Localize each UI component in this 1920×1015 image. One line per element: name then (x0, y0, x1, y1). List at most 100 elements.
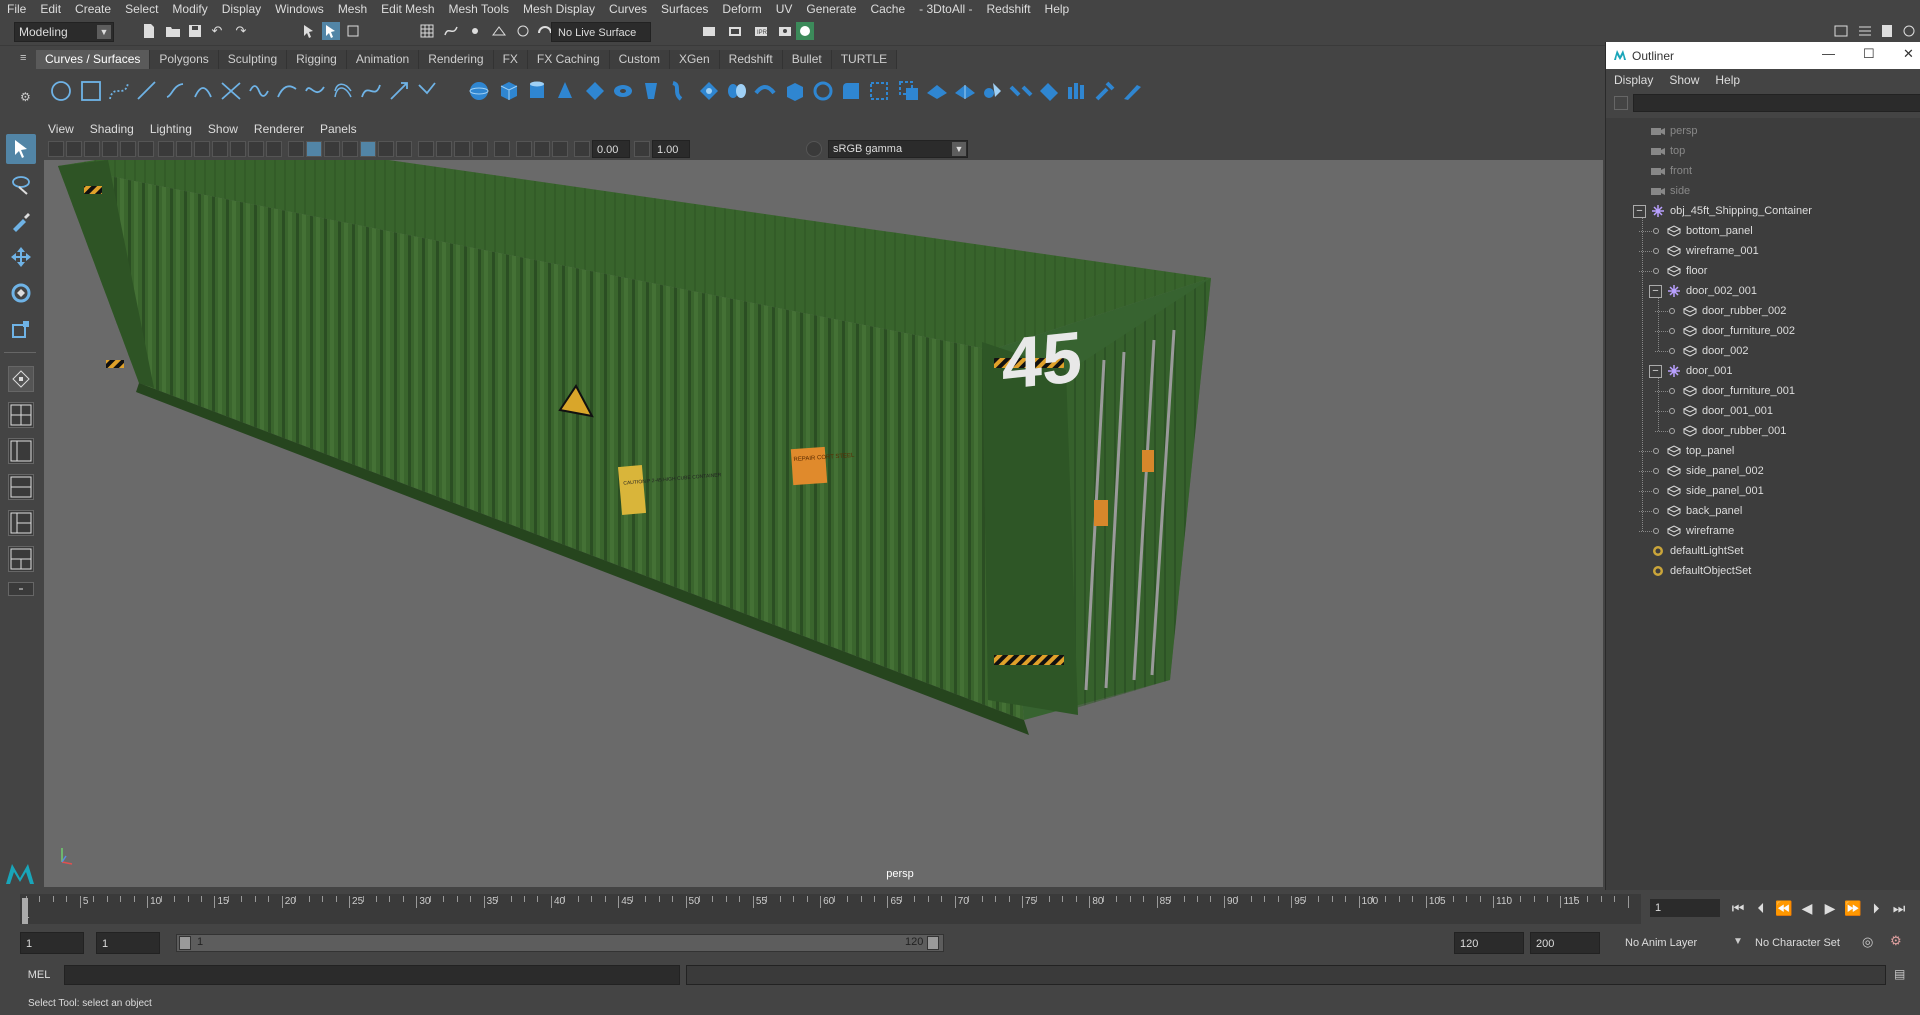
panel-menu-item[interactable]: Renderer (246, 122, 312, 136)
outliner-item[interactable]: top (1650, 141, 1685, 161)
menu-item[interactable]: Mesh (331, 0, 374, 18)
script-language-toggle[interactable]: MEL (14, 967, 64, 983)
perspective-viewport[interactable]: 45 CAUTION P 2-45 HIGH CUBE CONTAINER RE… (44, 160, 1603, 887)
channel-box-icon[interactable] (1900, 22, 1918, 40)
revolve-icon[interactable] (638, 78, 664, 104)
insert-isoparms-icon[interactable] (1064, 78, 1090, 104)
ep-curve-icon[interactable] (134, 78, 160, 104)
shelf-tab[interactable]: Curves / Surfaces (36, 50, 151, 69)
2d-pan-zoom-icon[interactable] (120, 141, 136, 157)
isolate-select-icon[interactable] (494, 141, 510, 157)
close-icon[interactable]: ✕ (1903, 46, 1914, 62)
panel-menu-item[interactable]: View (40, 122, 82, 136)
panel-menu-item[interactable]: Show (200, 122, 246, 136)
outliner-item[interactable]: door_rubber_002 (1682, 301, 1786, 321)
outliner-search-input[interactable] (1633, 94, 1920, 112)
shelf-tab[interactable]: FX (493, 50, 528, 69)
time-slider-track[interactable]: 5 10 15 20 25 30 35 40 45 50 55 60 65 70 75 80 85 90 95 100… (20, 894, 1641, 924)
shelf-tab[interactable]: TURTLE (831, 50, 898, 69)
menu-item[interactable]: Mesh Tools (442, 0, 516, 18)
extend-surfaces-icon[interactable] (1092, 78, 1118, 104)
outliner-item[interactable]: back_panel (1666, 501, 1742, 521)
safe-title-icon[interactable] (266, 141, 282, 157)
grease-pencil-icon[interactable] (138, 141, 154, 157)
loft-icon[interactable] (666, 78, 692, 104)
outliner-item[interactable]: side_panel_002 (1666, 461, 1764, 481)
menu-item[interactable]: Windows (268, 0, 331, 18)
step-back-frame-icon[interactable]: ⏴ (1751, 900, 1771, 917)
outliner-item[interactable]: door_001_001 (1682, 401, 1773, 421)
paint-select-tool-icon[interactable] (6, 206, 36, 236)
outliner-item[interactable]: top_panel (1666, 441, 1734, 461)
nurbs-cube-icon[interactable] (496, 78, 522, 104)
playback-start-field[interactable]: 1 (96, 932, 160, 954)
script-editor-icon[interactable]: ▤ (1894, 967, 1905, 981)
character-set-select[interactable]: No Character Set (1750, 932, 1862, 954)
persp-uv-layout-icon[interactable] (8, 546, 34, 572)
menu-item[interactable]: Curves (602, 0, 654, 18)
extrude-icon[interactable] (724, 78, 750, 104)
use-all-lights-icon[interactable] (378, 141, 394, 157)
save-scene-icon[interactable] (186, 22, 204, 40)
play-forwards-icon[interactable]: ▶ (1820, 900, 1840, 917)
snap-curve-icon[interactable] (442, 22, 460, 40)
collapse-toggle[interactable]: − (1649, 365, 1662, 378)
shelf-tab[interactable]: Polygons (150, 50, 219, 69)
collapse-toggle[interactable]: − (1633, 205, 1646, 218)
motion-blur-icon[interactable] (436, 141, 452, 157)
outliner-item[interactable]: door_furniture_002 (1682, 321, 1795, 341)
scale-tool-icon[interactable] (6, 314, 36, 344)
chevron-down-icon[interactable]: ▼ (1733, 936, 1743, 947)
depth-of-field-icon[interactable] (472, 141, 488, 157)
render-settings-icon[interactable] (776, 22, 794, 40)
insert-knot-icon[interactable] (274, 78, 300, 104)
persp-outliner-layout-icon[interactable] (8, 438, 34, 464)
current-frame-field[interactable]: 1 (1650, 899, 1720, 917)
xray-components-icon[interactable] (552, 141, 568, 157)
outliner-item[interactable]: door_002 (1682, 341, 1749, 361)
menu-item[interactable]: Mesh Display (516, 0, 602, 18)
outliner-item[interactable]: obj_45ft_Shipping_Container (1650, 201, 1812, 221)
shelf-tab[interactable]: Rigging (287, 50, 347, 69)
shelf-tab[interactable]: Sculpting (218, 50, 288, 69)
open-close-surfaces-icon[interactable] (1036, 78, 1062, 104)
animation-start-field[interactable]: 1 (20, 932, 84, 954)
menu-item[interactable]: File (0, 0, 33, 18)
outliner-item[interactable]: door_rubber_001 (1682, 421, 1786, 441)
gate-mask-icon[interactable] (212, 141, 228, 157)
menu-item[interactable]: Deform (715, 0, 768, 18)
attach-curves-icon[interactable] (218, 78, 244, 104)
time-slider[interactable]: 5 10 15 20 25 30 35 40 45 50 55 60 65 70 75 80 85 90 95 100… (0, 890, 1920, 928)
offset-curve-icon[interactable] (330, 78, 356, 104)
extend-curve-icon[interactable] (302, 78, 328, 104)
menu-item[interactable]: Modify (165, 0, 214, 18)
step-back-key-icon[interactable]: ⏪ (1774, 900, 1794, 917)
color-space-select[interactable]: sRGB gamma ▼ (828, 140, 968, 158)
new-scene-icon[interactable] (140, 22, 158, 40)
shelf-tab[interactable]: Redshift (719, 50, 783, 69)
select-by-hierarchy-icon[interactable] (300, 22, 318, 40)
intersect-surfaces-icon[interactable] (896, 78, 922, 104)
play-backwards-icon[interactable]: ◀ (1797, 900, 1817, 917)
menu-item[interactable]: Edit (33, 0, 68, 18)
field-chart-icon[interactable] (230, 141, 246, 157)
curve-editing-icon[interactable] (414, 78, 440, 104)
color-management-icon[interactable] (806, 141, 822, 157)
shelf-tab[interactable]: XGen (669, 50, 720, 69)
outliner-item[interactable]: wireframe (1666, 521, 1734, 541)
minimize-icon[interactable]: — (1822, 46, 1835, 61)
menu-item[interactable]: Cache (863, 0, 912, 18)
open-scene-icon[interactable] (164, 22, 182, 40)
menu-item[interactable]: Help (1038, 0, 1077, 18)
outliner-menu-item[interactable]: Show (1661, 73, 1707, 87)
grid-toggle-icon[interactable] (158, 141, 174, 157)
panel-menu-item[interactable]: Panels (312, 122, 365, 136)
xray-icon[interactable] (516, 141, 532, 157)
outliner-item[interactable]: floor (1666, 261, 1707, 281)
hypershade-icon[interactable] (796, 22, 814, 40)
exposure-icon[interactable] (574, 141, 590, 157)
nurbs-cone-icon[interactable] (552, 78, 578, 104)
nurbs-circle-icon[interactable] (48, 78, 74, 104)
snap-point-icon[interactable] (466, 22, 484, 40)
layout-options-icon[interactable] (8, 582, 34, 596)
